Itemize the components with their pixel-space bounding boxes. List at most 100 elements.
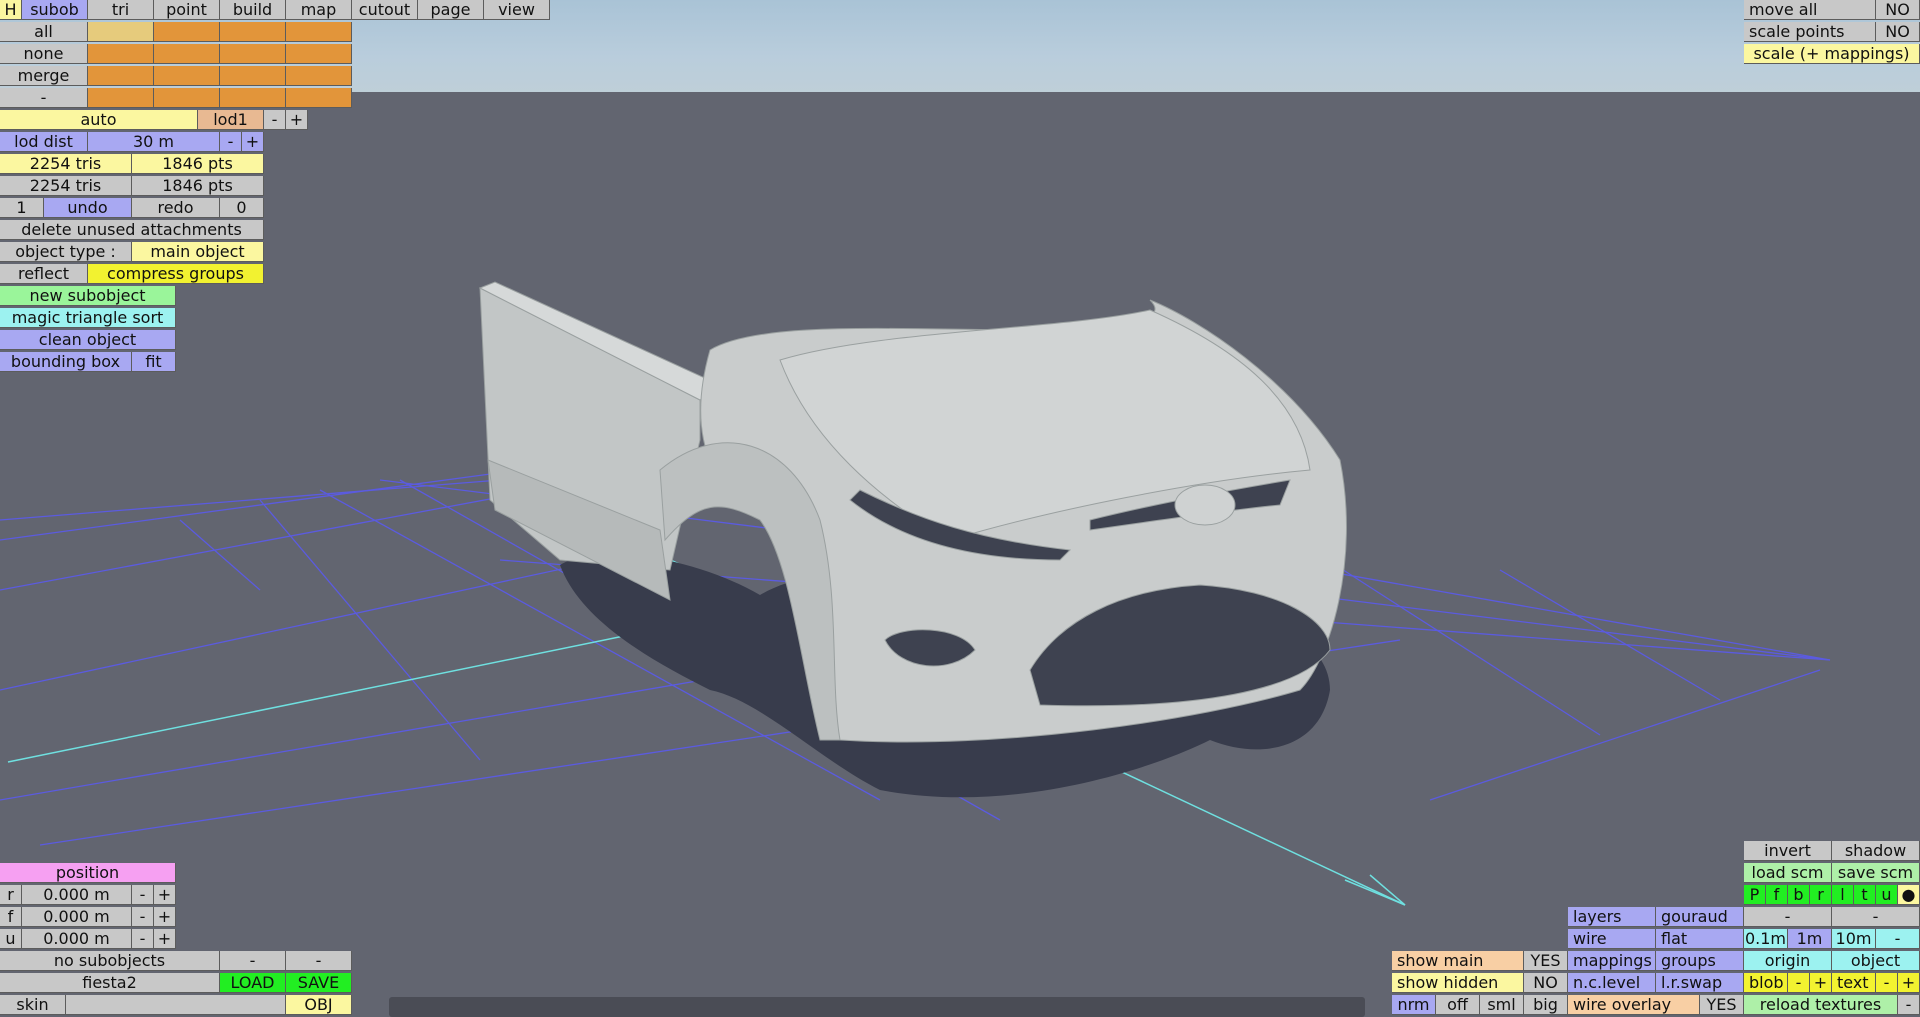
subobject-slot[interactable] (154, 66, 220, 86)
view-b-button[interactable]: b (1788, 885, 1810, 905)
minus-button[interactable]: - (0, 88, 88, 108)
reflect-button[interactable]: reflect (0, 264, 88, 284)
position-f-minus-button[interactable]: - (132, 907, 154, 927)
origin-button[interactable]: origin (1744, 951, 1832, 971)
position-r-plus-button[interactable]: + (154, 885, 176, 905)
off-button[interactable]: off (1436, 995, 1480, 1015)
subobject-slot[interactable] (286, 44, 352, 64)
blob-button[interactable]: blob (1744, 973, 1788, 993)
view-u-button[interactable]: u (1876, 885, 1898, 905)
subobject-slot[interactable] (286, 66, 352, 86)
merge-button[interactable]: merge (0, 66, 88, 86)
wire-overlay-label[interactable]: wire overlay (1568, 995, 1700, 1015)
new-subobject-button[interactable]: new subobject (0, 286, 176, 306)
tab-point[interactable]: point (154, 0, 220, 20)
show-hidden-label[interactable]: show hidden (1392, 973, 1524, 993)
obj-button[interactable]: OBJ (286, 995, 352, 1015)
file-name[interactable]: fiesta2 (0, 973, 220, 993)
tab-map[interactable]: map (286, 0, 352, 20)
subobject-slot[interactable] (220, 44, 286, 64)
position-u-minus-button[interactable]: - (132, 929, 154, 949)
position-u-value[interactable]: 0.000 m (22, 929, 132, 949)
nc-level-button[interactable]: n.c.level (1568, 973, 1656, 993)
lr-swap-button[interactable]: l.r.swap (1656, 973, 1744, 993)
grid-0-1m-button[interactable]: 0.1m (1744, 929, 1788, 949)
lod-dist-plus-button[interactable]: + (242, 132, 264, 152)
tab-view[interactable]: view (484, 0, 550, 20)
delete-unused-attachments-button[interactable]: delete unused attachments (0, 220, 264, 240)
nrm-button[interactable]: nrm (1392, 995, 1436, 1015)
scale-points-toggle[interactable]: NO (1876, 22, 1920, 42)
subobject-slot[interactable] (220, 22, 286, 42)
lod-minus-button[interactable]: - (264, 110, 286, 130)
save-scm-button[interactable]: save scm (1832, 863, 1920, 883)
select-none-button[interactable]: none (0, 44, 88, 64)
lod-auto-button[interactable]: auto (0, 110, 198, 130)
position-r-minus-button[interactable]: - (132, 885, 154, 905)
undo-button[interactable]: undo (44, 198, 132, 218)
show-main-toggle[interactable]: YES (1524, 951, 1568, 971)
clean-object-button[interactable]: clean object (0, 330, 176, 350)
subobject-slot[interactable] (88, 88, 154, 108)
subobject-slot[interactable] (286, 88, 352, 108)
sml-button[interactable]: sml (1480, 995, 1524, 1015)
blob-minus-button[interactable]: - (1788, 973, 1810, 993)
tab-cutout[interactable]: cutout (352, 0, 418, 20)
big-button[interactable]: big (1524, 995, 1568, 1015)
show-main-label[interactable]: show main (1392, 951, 1524, 971)
subobject-slot[interactable] (88, 22, 154, 42)
redo-button[interactable]: redo (132, 198, 220, 218)
groups-button[interactable]: groups (1656, 951, 1744, 971)
grid-10m-button[interactable]: 10m (1832, 929, 1876, 949)
object-type-value[interactable]: main object (132, 242, 264, 262)
reload-minus-button[interactable]: - (1898, 995, 1920, 1015)
flat-button[interactable]: flat (1656, 929, 1744, 949)
subobject-slot[interactable] (220, 88, 286, 108)
skin-button[interactable]: skin (0, 995, 66, 1015)
view-dot-button[interactable]: ● (1898, 885, 1920, 905)
mappings-button[interactable]: mappings (1568, 951, 1656, 971)
scale-mappings-button[interactable]: scale (+ mappings) (1744, 44, 1920, 64)
tab-build[interactable]: build (220, 0, 286, 20)
tab-tri[interactable]: tri (88, 0, 154, 20)
grid-plus-button[interactable]: - (1832, 907, 1920, 927)
grid-1m-button[interactable]: 1m (1788, 929, 1832, 949)
subobject-next-button[interactable]: - (286, 951, 352, 971)
subobject-slot[interactable] (286, 22, 352, 42)
subobject-slot[interactable] (154, 88, 220, 108)
tab-subob[interactable]: subob (22, 0, 88, 20)
text-button[interactable]: text (1832, 973, 1876, 993)
view-l-button[interactable]: l (1832, 885, 1854, 905)
layers-button[interactable]: layers (1568, 907, 1656, 927)
text-plus-button[interactable]: + (1898, 973, 1920, 993)
reload-textures-button[interactable]: reload textures (1744, 995, 1898, 1015)
load-button[interactable]: LOAD (220, 973, 286, 993)
horizontal-scrollbar[interactable] (389, 997, 1365, 1017)
subobject-slot[interactable] (154, 22, 220, 42)
gouraud-button[interactable]: gouraud (1656, 907, 1744, 927)
view-r-button[interactable]: r (1810, 885, 1832, 905)
magic-triangle-sort-button[interactable]: magic triangle sort (0, 308, 176, 328)
wire-overlay-toggle[interactable]: YES (1700, 995, 1744, 1015)
select-all-button[interactable]: all (0, 22, 88, 42)
move-all-toggle[interactable]: NO (1876, 0, 1920, 20)
view-t-button[interactable]: t (1854, 885, 1876, 905)
view-p-button[interactable]: P (1744, 885, 1766, 905)
load-scm-button[interactable]: load scm (1744, 863, 1832, 883)
lod-dist-minus-button[interactable]: - (220, 132, 242, 152)
wire-button[interactable]: wire (1568, 929, 1656, 949)
move-all-label[interactable]: move all (1744, 0, 1876, 20)
text-minus-button[interactable]: - (1876, 973, 1898, 993)
lod-plus-button[interactable]: + (286, 110, 308, 130)
scale-points-label[interactable]: scale points (1744, 22, 1876, 42)
position-f-value[interactable]: 0.000 m (22, 907, 132, 927)
blob-plus-button[interactable]: + (1810, 973, 1832, 993)
shadow-button[interactable]: shadow (1832, 841, 1920, 861)
show-hidden-toggle[interactable]: NO (1524, 973, 1568, 993)
object-button[interactable]: object (1832, 951, 1920, 971)
skin-field[interactable] (66, 995, 286, 1015)
subobject-slot[interactable] (220, 66, 286, 86)
view-f-button[interactable]: f (1766, 885, 1788, 905)
h-toggle[interactable]: H (0, 0, 22, 20)
position-f-plus-button[interactable]: + (154, 907, 176, 927)
